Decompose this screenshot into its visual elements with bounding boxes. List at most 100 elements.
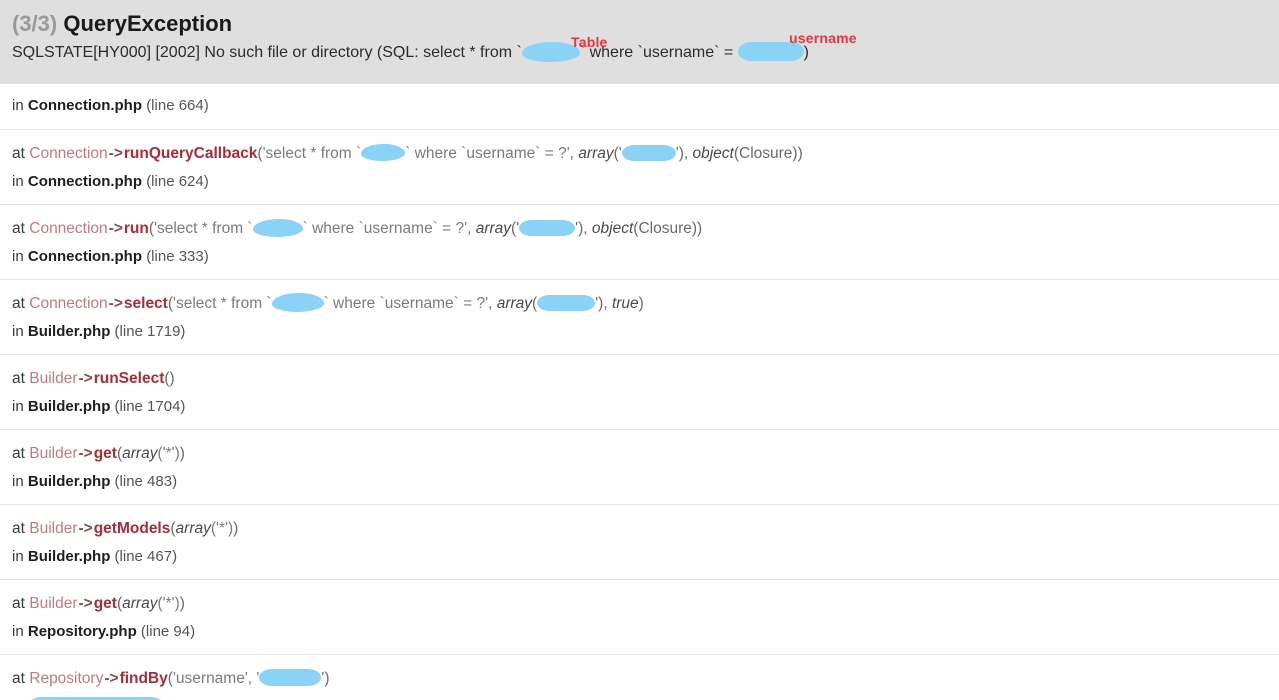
class-link[interactable]: Builder [29,370,77,387]
at-keyword: at [12,370,25,387]
array-keyword: array [496,295,533,312]
in-keyword: in [12,473,24,490]
arrow-operator: -> [108,220,123,237]
line-number: (line 467) [114,548,178,565]
trace-call: at Repository->findBy('username', ' ') [12,667,1267,691]
array-keyword: array [122,595,158,612]
arrow-operator: -> [78,520,93,537]
table-row[interactable]: at Connection->runQueryCallback('select … [0,130,1279,205]
array-keyword: array [122,445,158,462]
redacted-bound-value [519,219,576,236]
method-link[interactable]: run [124,220,149,237]
redacted-table-name [271,293,324,313]
sql-arg-prefix: 'select * from ` [154,220,253,237]
at-keyword: at [12,520,25,537]
in-keyword: in [12,173,24,190]
first-argument: 'username', ' [172,670,260,687]
file-name: Builder.php [27,473,111,490]
method-link[interactable]: getModels [94,520,171,537]
trace-file-location: in Builder.php (line 467) [12,546,1267,568]
in-keyword: in [12,97,24,114]
line-number: (line 664) [146,97,209,114]
close-paren: ) [179,595,185,612]
arrow-operator: -> [78,445,93,462]
array-keyword: array [475,220,512,237]
redacted-username-value [259,669,322,687]
redacted-bound-value [537,294,596,311]
trace-file-location: in Builder.php (line 1704) [12,396,1267,418]
at-keyword: at [12,220,25,237]
method-link[interactable]: select [124,295,168,312]
redacted-bound-value [621,144,676,161]
object-value: (Closure) [733,145,798,162]
close-paren: ) [169,370,175,387]
file-name: Builder.php [27,398,111,415]
table-row[interactable]: at Connection->select('select * from ` ` … [0,280,1279,355]
table-row[interactable]: at Builder->getModels(array('*')) in Bui… [0,505,1279,580]
trace-file-location: in Connection.php (line 624) [12,171,1267,193]
table-row[interactable]: at Repository->findBy('username', '') in… [0,655,1279,700]
object-separator: , [583,220,592,237]
method-link[interactable]: findBy [120,670,168,687]
file-name: Repository.php [27,623,137,640]
star-argument: ('*') [210,520,234,537]
argument-close: ') [321,670,330,687]
in-keyword: in [12,323,24,340]
class-link[interactable]: Builder [29,520,77,537]
table-row[interactable]: at Builder->get(array('*')) in Repositor… [0,580,1279,655]
message-prefix: SQLSTATE[HY000] [2002] No such file or d… [12,44,522,61]
class-link[interactable]: Connection [29,145,107,162]
file-name: Connection.php [27,248,143,265]
trace-call: at Builder->getModels(array('*')) [12,517,1267,541]
exception-name: QueryException [63,11,233,36]
trace-file-location: in .php (line 27) [12,696,1267,700]
arrow-operator: -> [108,295,123,312]
class-link[interactable]: Connection [29,295,107,312]
class-link[interactable]: Builder [29,595,77,612]
arg-separator: , [569,145,579,162]
in-keyword: in [12,623,24,640]
trace-file-location: in Connection.php (line 333) [12,246,1267,268]
annotation-table-label: Table [571,34,608,50]
file-name: Builder.php [27,323,111,340]
sql-arg-prefix: 'select * from ` [173,295,272,312]
arrow-operator: -> [78,595,93,612]
trace-call: at Connection->run('select * from ` ` whe… [12,217,1267,241]
array-keyword: array [578,145,614,162]
bool-separator: , [603,295,612,312]
line-number: (line 1719) [114,323,186,340]
class-link[interactable]: Builder [29,445,77,462]
method-link[interactable]: get [94,595,117,612]
table-row[interactable]: at Connection->run('select * from ` ` whe… [0,205,1279,280]
trace-call: at Builder->get(array('*')) [12,592,1267,616]
object-keyword: object [591,220,634,237]
array-keyword: array [175,520,211,537]
method-link[interactable]: get [94,445,117,462]
message-suffix: ) [803,44,809,61]
stack-trace-list: in Connection.php (line 664) at Connecti… [0,84,1279,700]
close-paren: ) [179,445,185,462]
exception-header: (3/3) QueryException SQLSTATE[HY000] [20… [0,0,1279,84]
arrow-operator: -> [78,370,93,387]
trace-call: at Builder->runSelect() [12,367,1267,391]
close-paren: ) [233,520,239,537]
table-row[interactable]: at Builder->get(array('*')) in Builder.p… [0,430,1279,505]
method-link[interactable]: runSelect [94,370,165,387]
file-name: Builder.php [27,548,111,565]
class-link[interactable]: Connection [29,220,107,237]
sql-arg-suffix: ` where `username` = ?' [323,295,489,312]
method-link[interactable]: runQueryCallback [124,145,258,162]
line-number: (line 333) [146,248,209,265]
in-keyword: in [12,398,24,415]
close-paren: ) [697,220,703,237]
arg-separator: , [488,295,497,312]
close-paren: ) [638,295,644,312]
table-row[interactable]: at Builder->runSelect() in Builder.php (… [0,355,1279,430]
at-keyword: at [12,295,25,312]
array-close: ') [675,145,684,162]
table-row[interactable]: in Connection.php (line 664) [0,84,1279,130]
close-paren: ) [797,145,803,162]
exception-counter: (3/3) [12,11,58,36]
class-link[interactable]: Repository [29,670,103,687]
star-argument: ('*') [157,445,180,462]
